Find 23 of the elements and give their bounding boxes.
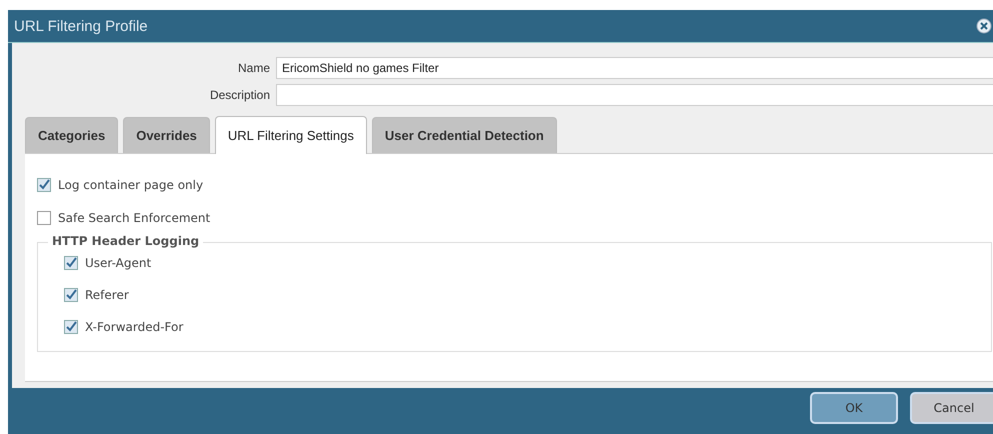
- tab[interactable]: URL Filtering Settings: [214, 116, 367, 154]
- window-title: URL Filtering Profile: [14, 18, 149, 34]
- close-icon[interactable]: [976, 18, 992, 34]
- ok-button[interactable]: OK: [810, 392, 898, 424]
- checkbox[interactable]: [37, 178, 51, 192]
- checkbox-label: Log container page only: [58, 178, 204, 192]
- checkbox[interactable]: [37, 210, 51, 224]
- cancel-button[interactable]: Cancel: [910, 392, 993, 424]
- checkbox[interactable]: [64, 320, 78, 334]
- tab[interactable]: Overrides: [123, 117, 210, 153]
- checkbox[interactable]: [64, 256, 78, 270]
- tab[interactable]: User Credential Detection: [372, 117, 557, 153]
- group-title: HTTP Header Logging: [48, 234, 204, 248]
- checkbox-label: X-Forwarded-For: [85, 320, 184, 334]
- tab[interactable]: Categories: [25, 117, 118, 153]
- text-field[interactable]: [276, 84, 993, 106]
- checkbox[interactable]: [64, 288, 78, 302]
- text-field[interactable]: EricomShield no games Filter: [276, 56, 993, 78]
- field-label: Name: [236, 60, 271, 74]
- checkbox-label: Safe Search Enforcement: [58, 210, 210, 224]
- checkbox-label: User-Agent: [85, 256, 152, 270]
- field-label: Description: [208, 88, 271, 102]
- checkbox-label: Referer: [85, 288, 129, 302]
